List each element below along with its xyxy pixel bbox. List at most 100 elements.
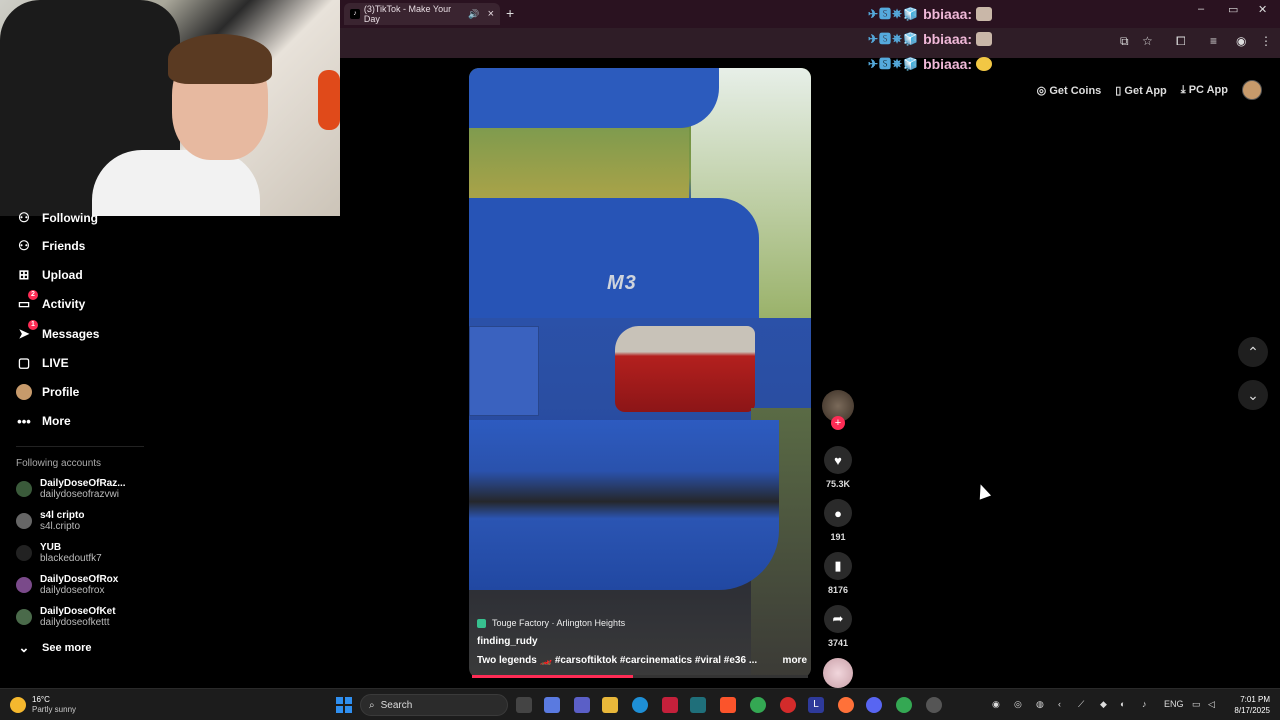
video-location[interactable]: Touge Factory · Arlington Heights — [477, 618, 807, 628]
chat-message: ✈🆂✵🧊 bbiaaa: — [868, 55, 993, 72]
video-progress-bar[interactable] — [472, 675, 808, 678]
car-taillight — [615, 326, 755, 412]
account-item[interactable]: DailyDoseOfKet dailydoseofkettt — [16, 606, 116, 628]
sidebar-item-following[interactable]: ⚇ Following — [16, 210, 98, 226]
discord-tray-icon[interactable]: ◉ — [992, 699, 1000, 710]
share-button[interactable]: ➦ — [824, 605, 852, 633]
volume-icon[interactable]: ◁ — [1208, 699, 1215, 710]
get-coins-button[interactable]: ◎ Get Coins — [1037, 84, 1102, 97]
tab-close-button[interactable]: × — [488, 8, 494, 20]
chat-badges: ✈🆂✵🧊 — [868, 32, 920, 46]
account-handle: blackedoutfk7 — [40, 553, 102, 564]
music-disc[interactable] — [823, 658, 853, 688]
car-plate-area — [469, 326, 539, 416]
creator-avatar[interactable]: + — [822, 390, 854, 430]
windows-taskbar: 16°C Partly sunny ⌕ Search L ◉ ◎ ◍ ‹ ⟋ ◆ ◐… — [0, 688, 1280, 720]
copilot-icon[interactable] — [544, 697, 560, 713]
pc-app-button[interactable]: ⤓ PC App — [1181, 84, 1228, 97]
activity-icon: ▭ 2 — [16, 290, 38, 312]
follow-plus-icon[interactable]: + — [831, 416, 845, 430]
next-video-button[interactable]: ⌄ — [1238, 380, 1268, 410]
lamp — [318, 70, 340, 130]
tray-icon[interactable]: ‹ — [1058, 699, 1061, 709]
chat-user: bbiaaa: — [923, 5, 973, 22]
user-avatar[interactable] — [1242, 80, 1262, 100]
address-bar[interactable] — [340, 28, 1280, 58]
sidebar-item-live[interactable]: ▢ LIVE — [16, 355, 69, 371]
sidebar-item-messages[interactable]: ➤ 1 Messages — [16, 320, 99, 342]
firefox-icon[interactable] — [838, 697, 854, 713]
speaker-icon[interactable]: 🔊 — [468, 9, 479, 20]
opera-icon[interactable] — [780, 697, 796, 713]
task-view-icon[interactable] — [516, 697, 532, 713]
taskbar-clock[interactable]: 7:01 PM 8/17/2025 — [1226, 694, 1270, 716]
language-indicator[interactable]: ENG — [1164, 699, 1184, 709]
install-app-icon[interactable]: ⧉ — [1120, 34, 1129, 49]
file-explorer-icon[interactable] — [602, 697, 618, 713]
live-icon: ▢ — [17, 355, 31, 370]
streamer-shirt — [92, 150, 260, 216]
media-control-icon[interactable]: ≡ — [1210, 34, 1217, 48]
tiktok-favicon-icon: ♪ — [350, 9, 360, 19]
get-app-button[interactable]: ▯ Get App — [1115, 84, 1166, 97]
discord-icon[interactable] — [866, 697, 882, 713]
close-window-button[interactable]: ✕ — [1258, 3, 1267, 16]
tray-icon[interactable]: ◆ — [1100, 699, 1107, 710]
new-tab-button[interactable]: + — [506, 5, 514, 21]
microphone-icon[interactable]: ♪ — [1142, 699, 1147, 709]
network-icon[interactable]: ▭ — [1192, 699, 1201, 710]
save-button[interactable]: ▮ — [824, 552, 852, 580]
edge-icon[interactable] — [632, 697, 648, 713]
smiley-emote-icon — [976, 56, 993, 71]
tray-icon[interactable]: ⟋ — [1078, 699, 1084, 710]
avatar — [16, 545, 32, 561]
search-icon: ⌕ — [369, 699, 375, 711]
sidebar-item-activity[interactable]: ▭ 2 Activity — [16, 290, 85, 312]
windows-start-icon[interactable] — [336, 697, 352, 713]
save-count: 8176 — [827, 585, 849, 595]
video-author[interactable]: finding_rudy — [477, 636, 807, 647]
browser-tab[interactable]: ♪ (3)TikTok - Make Your Day 🔊 × — [344, 3, 500, 25]
see-more-button[interactable]: ⌄ See more — [16, 640, 92, 656]
date: 8/17/2025 — [1234, 706, 1270, 715]
sidebar-item-upload[interactable]: ⊞ Upload — [16, 267, 83, 283]
bookmark-star-icon[interactable]: ☆ — [1142, 34, 1153, 48]
chrome-icon[interactable] — [750, 697, 766, 713]
messages-icon: ➤ 1 — [16, 320, 38, 342]
sidebar-item-profile[interactable]: Profile — [16, 384, 79, 400]
steam-tray-icon[interactable]: ◐ — [1120, 699, 1125, 709]
account-name: DailyDoseOfKet — [40, 606, 116, 617]
video-player[interactable]: M3 — [469, 68, 811, 678]
account-name: YUB — [40, 542, 62, 553]
account-item[interactable]: DailyDoseOfRox dailydoseofrox — [16, 574, 118, 596]
tray-icon[interactable]: ◍ — [1036, 699, 1044, 710]
maximize-button[interactable]: ▭ — [1228, 3, 1238, 16]
minimize-button[interactable]: – — [1198, 3, 1204, 15]
like-button[interactable]: ♥ — [824, 446, 852, 474]
brave-icon[interactable] — [720, 697, 736, 713]
sidebar-item-friends[interactable]: ⚇ Friends — [16, 238, 85, 254]
see-more-label: See more — [42, 642, 92, 654]
account-item[interactable]: s4l cripto s4l.cripto — [16, 510, 84, 532]
app-icon[interactable] — [690, 697, 706, 713]
profile-icon[interactable]: ◉ — [1236, 34, 1246, 48]
l-app-icon[interactable]: L — [808, 697, 824, 713]
account-item[interactable]: DailyDoseOfRaz... dailydoseofrazvwi — [16, 478, 126, 500]
chrome-active-icon[interactable] — [896, 697, 912, 713]
extensions-icon[interactable]: ⧠ — [1176, 34, 1186, 49]
more-button[interactable]: more — [783, 655, 807, 666]
following-accounts-title: Following accounts — [16, 458, 102, 469]
sidebar-item-more[interactable]: ••• More — [16, 413, 71, 429]
taskbar-search[interactable]: ⌕ Search — [360, 694, 508, 716]
red-app-icon[interactable] — [662, 697, 678, 713]
chat-user: bbiaaa: — [923, 30, 973, 47]
menu-kebab-icon[interactable]: ⋮ — [1260, 34, 1272, 48]
obs-icon[interactable] — [926, 697, 942, 713]
tray-icon[interactable]: ◎ — [1014, 699, 1022, 710]
comment-button[interactable]: ● — [824, 499, 852, 527]
previous-video-button[interactable]: ⌃ — [1238, 337, 1268, 367]
header-actions: ◎ Get Coins ▯ Get App ⤓ PC App — [1037, 80, 1262, 100]
weather-widget[interactable]: 16°C Partly sunny — [10, 695, 76, 715]
account-item[interactable]: YUB blackedoutfk7 — [16, 542, 102, 564]
teams-icon[interactable] — [574, 697, 590, 713]
